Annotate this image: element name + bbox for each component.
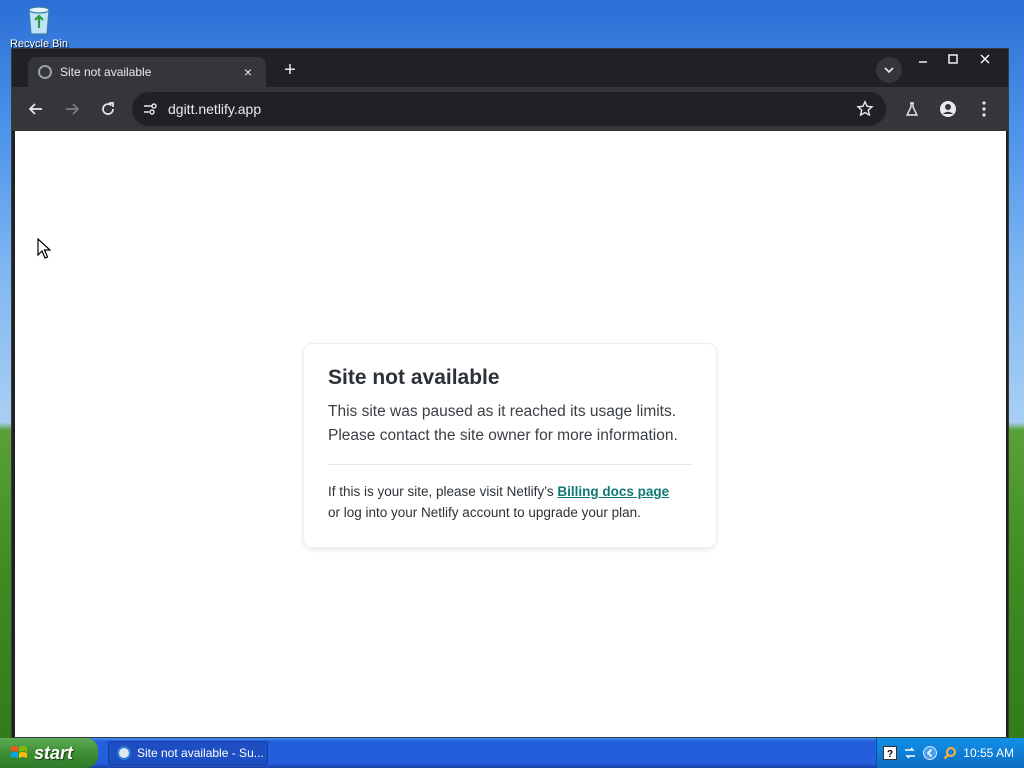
profile-icon xyxy=(940,101,956,117)
chevron-down-icon xyxy=(884,67,894,74)
minimize-icon xyxy=(919,61,927,63)
maximize-button[interactable] xyxy=(938,49,968,69)
owner-suffix: or log into your Netlify account to upgr… xyxy=(328,505,641,520)
tab-site-not-available[interactable]: Site not available × xyxy=(28,57,266,87)
taskbar: start Site not available - Su... ? 10:55… xyxy=(0,738,1024,768)
tab-title: Site not available xyxy=(60,65,152,79)
clock: 10:55 AM xyxy=(963,746,1014,760)
svg-text:?: ? xyxy=(887,749,893,760)
bookmark-star-icon[interactable] xyxy=(856,100,874,118)
start-label: start xyxy=(34,742,74,763)
start-button[interactable]: start xyxy=(0,738,98,768)
page-title: Site not available xyxy=(328,366,500,389)
owner-prefix: If this is your site, please visit Netli… xyxy=(328,484,558,499)
pause-message-line1: This site was paused as it reached its u… xyxy=(328,403,677,420)
forward-button[interactable] xyxy=(58,95,86,123)
tab-search-button[interactable] xyxy=(876,57,902,83)
page-viewport: Site not available This site was paused … xyxy=(15,131,1006,737)
profile-button[interactable] xyxy=(934,95,962,123)
browser-app-icon xyxy=(117,746,131,760)
globe-icon xyxy=(38,65,52,79)
minimize-button[interactable] xyxy=(908,49,938,69)
windows-flag-icon xyxy=(10,744,28,762)
arrow-right-icon xyxy=(66,103,80,115)
browser-window: Site not available × + dgitt.netlify.app… xyxy=(11,48,1009,738)
url-text[interactable]: dgitt.netlify.app xyxy=(168,101,261,117)
flask-icon xyxy=(905,102,919,116)
back-button[interactable] xyxy=(22,95,50,123)
search-icon[interactable] xyxy=(943,746,957,760)
pause-message-line2: Please contact the site owner for more i… xyxy=(328,427,678,444)
new-tab-button[interactable]: + xyxy=(278,59,302,83)
close-window-button[interactable] xyxy=(970,49,1000,69)
more-vert-icon xyxy=(982,101,986,117)
reload-icon xyxy=(102,102,114,115)
help-icon[interactable]: ? xyxy=(883,746,898,760)
taskbar-button-label: Site not available - Su... xyxy=(137,746,264,760)
desktop-icon-recycle-bin[interactable]: Recycle Bin xyxy=(8,2,70,50)
divider xyxy=(328,464,692,465)
browser-toolbar: dgitt.netlify.app xyxy=(12,87,1008,131)
billing-docs-link[interactable]: Billing docs page xyxy=(557,484,669,499)
arrow-left-circle-icon[interactable] xyxy=(923,746,938,760)
network-icon[interactable] xyxy=(903,746,917,760)
pause-message: This site was paused as it reached its u… xyxy=(328,400,692,448)
mouse-cursor-icon xyxy=(37,237,52,265)
close-icon xyxy=(980,54,990,64)
arrow-left-icon xyxy=(28,103,42,115)
system-tray: ? 10:55 AM xyxy=(876,738,1024,768)
tab-strip: Site not available × + xyxy=(12,49,1008,87)
site-settings-icon[interactable] xyxy=(142,101,158,117)
tab-close-icon[interactable]: × xyxy=(240,64,256,80)
taskbar-button-browser[interactable]: Site not available - Su... xyxy=(108,741,268,765)
labs-button[interactable] xyxy=(898,95,926,123)
menu-button[interactable] xyxy=(970,95,998,123)
error-card: Site not available This site was paused … xyxy=(304,344,716,547)
owner-message: If this is your site, please visit Netli… xyxy=(328,481,692,523)
reload-button[interactable] xyxy=(94,95,122,123)
maximize-icon xyxy=(948,54,958,64)
address-bar[interactable]: dgitt.netlify.app xyxy=(132,92,886,126)
recycle-bin-icon xyxy=(24,2,54,36)
